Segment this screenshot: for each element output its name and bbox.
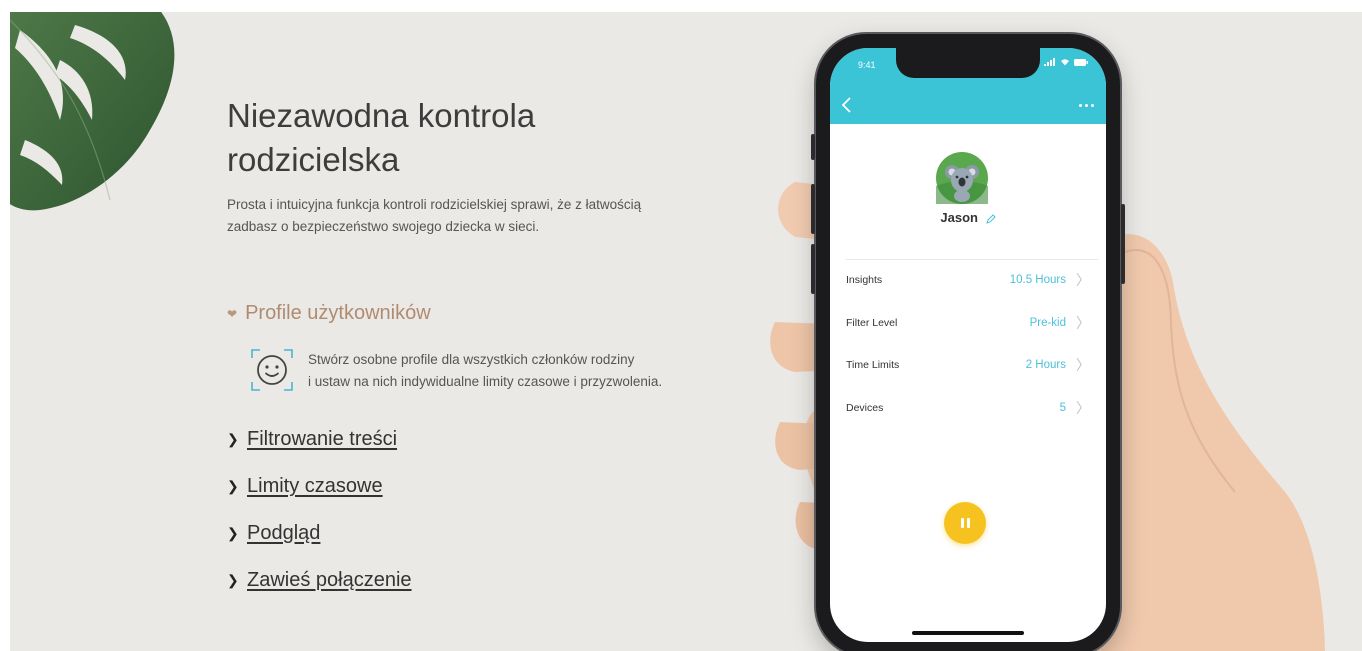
pause-icon-bar <box>960 518 964 528</box>
row-insights[interactable]: Insights 10.5 Hours 〉 <box>846 270 1090 290</box>
chevron-down-icon: ❤ <box>227 306 238 321</box>
pause-icon-bar <box>966 518 970 528</box>
hero-banner: Niezawodna kontrola rodzicielska Prosta … <box>10 12 1362 651</box>
row-value: 2 Hours <box>1025 359 1066 371</box>
row-filter-level[interactable]: Filter Level Pre-kid 〉 <box>846 313 1090 333</box>
signal-icon <box>1044 58 1055 66</box>
accordion-item-content-filter[interactable]: ❯ Filtrowanie treści <box>227 428 397 451</box>
back-arrow-icon[interactable] <box>840 96 856 114</box>
feature-desc-line-1: Stwórz osobne profile dla wszystkich czł… <box>308 352 635 367</box>
wifi-icon <box>1061 59 1069 66</box>
smartphone: 9:41 Jason Insights 10.5 Hours 〉 Filter … <box>811 34 1125 651</box>
accordion-label-pause-connection[interactable]: Zawieś połączenie <box>247 569 412 592</box>
subtitle-line-1: Prosta i intuicyjna funkcja kontroli rod… <box>227 197 642 212</box>
pause-button[interactable] <box>944 502 986 544</box>
battery-icon <box>1074 58 1088 66</box>
title-line-2: rodzicielska <box>227 141 400 178</box>
edit-pencil-icon[interactable] <box>985 213 996 224</box>
subtitle-line-2: zadbasz o bezpieczeństwo swojego dziecka… <box>227 219 540 234</box>
volume-up-button <box>811 184 815 234</box>
profile-name-text: Jason <box>940 210 978 225</box>
chevron-right-icon: ❯ <box>227 431 239 447</box>
row-label: Filter Level <box>846 317 898 329</box>
accordion-label-content-filter[interactable]: Filtrowanie treści <box>247 428 397 451</box>
smiley-face-icon <box>250 348 294 392</box>
home-indicator <box>912 631 1024 635</box>
more-options-icon[interactable] <box>1079 104 1094 107</box>
profile-name: Jason <box>830 210 1106 225</box>
chevron-right-icon: 〉 <box>1076 400 1090 416</box>
divider <box>846 259 1098 260</box>
power-button <box>1121 204 1125 284</box>
accordion-item-pause-connection[interactable]: ❯ Zawieś połączenie <box>227 569 412 592</box>
chevron-right-icon: ❯ <box>227 525 239 541</box>
mute-switch <box>811 134 815 160</box>
row-label: Time Limits <box>846 359 900 371</box>
koala-avatar <box>936 152 988 204</box>
feature-description: Stwórz osobne profile dla wszystkich czł… <box>250 348 662 393</box>
row-value: 10.5 Hours <box>1009 274 1066 286</box>
page-title: Niezawodna kontrola rodzicielska <box>227 94 747 182</box>
row-label: Insights <box>846 274 883 286</box>
accordion-item-time-limits[interactable]: ❯ Limity czasowe <box>227 475 383 498</box>
volume-down-button <box>811 244 815 294</box>
row-time-limits[interactable]: Time Limits 2 Hours 〉 <box>846 355 1090 375</box>
feature-desc-line-2: i ustaw na nich indywidualne limity czas… <box>308 374 663 389</box>
accordion-label-preview[interactable]: Podgląd <box>247 522 320 545</box>
row-devices[interactable]: Devices 5 〉 <box>846 398 1090 418</box>
title-line-1: Niezawodna kontrola <box>227 97 536 134</box>
status-icons <box>1044 58 1088 66</box>
chevron-right-icon: ❯ <box>227 572 239 588</box>
accordion-label-time-limits[interactable]: Limity czasowe <box>247 475 383 498</box>
status-time: 9:41 <box>858 60 876 70</box>
feature-description-text: Stwórz osobne profile dla wszystkich czł… <box>308 349 662 393</box>
chevron-right-icon: ❯ <box>227 478 239 494</box>
row-value: 5 <box>1059 402 1066 414</box>
accordion-label-profiles: Profile użytkowników <box>245 302 431 324</box>
accordion-item-profiles[interactable]: ❤ Profile użytkowników <box>227 302 431 325</box>
chevron-right-icon: 〉 <box>1076 357 1090 373</box>
chevron-right-icon: 〉 <box>1076 315 1090 331</box>
row-label: Devices <box>846 402 884 414</box>
phone-notch <box>896 48 1040 78</box>
accordion-item-preview[interactable]: ❯ Podgląd <box>227 522 320 545</box>
row-value: Pre-kid <box>1029 317 1066 329</box>
monstera-leaf-decoration <box>10 12 175 211</box>
chevron-right-icon: 〉 <box>1076 272 1090 288</box>
page-subtitle: Prosta i intuicyjna funkcja kontroli rod… <box>227 194 747 238</box>
phone-screen: 9:41 Jason Insights 10.5 Hours 〉 Filter … <box>830 48 1106 642</box>
